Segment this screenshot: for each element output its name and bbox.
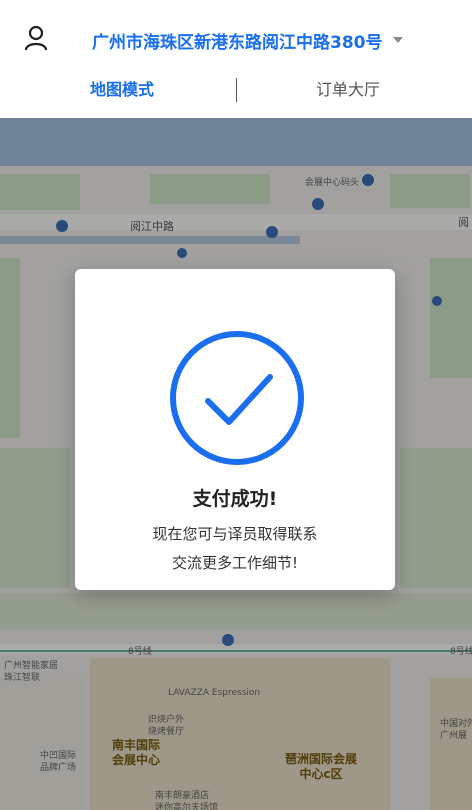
success-check-icon	[170, 331, 304, 465]
dialog-title: 支付成功!	[192, 488, 278, 510]
app-header: 广州市海珠区新港东路阅江中路380号 地图模式 订单大厅	[0, 0, 472, 118]
payment-success-dialog: 支付成功! 现在您可与译员取得联系 交流更多工作细节!	[75, 269, 395, 590]
tab-order-hall[interactable]: 订单大厅	[316, 78, 380, 102]
location-selector[interactable]: 广州市海珠区新港东路阅江中路380号	[92, 27, 403, 53]
location-text: 广州市海珠区新港东路阅江中路380号	[92, 32, 383, 53]
user-icon[interactable]	[22, 24, 50, 52]
chevron-down-icon	[392, 37, 403, 43]
tab-map-mode[interactable]: 地图模式	[90, 78, 154, 102]
dialog-message-line-2: 交流更多工作细节!	[171, 554, 298, 572]
mode-tabs: 地图模式 订单大厅	[0, 72, 472, 110]
tab-divider	[236, 78, 237, 102]
dialog-message-line-1: 现在您可与译员取得联系	[152, 525, 318, 543]
